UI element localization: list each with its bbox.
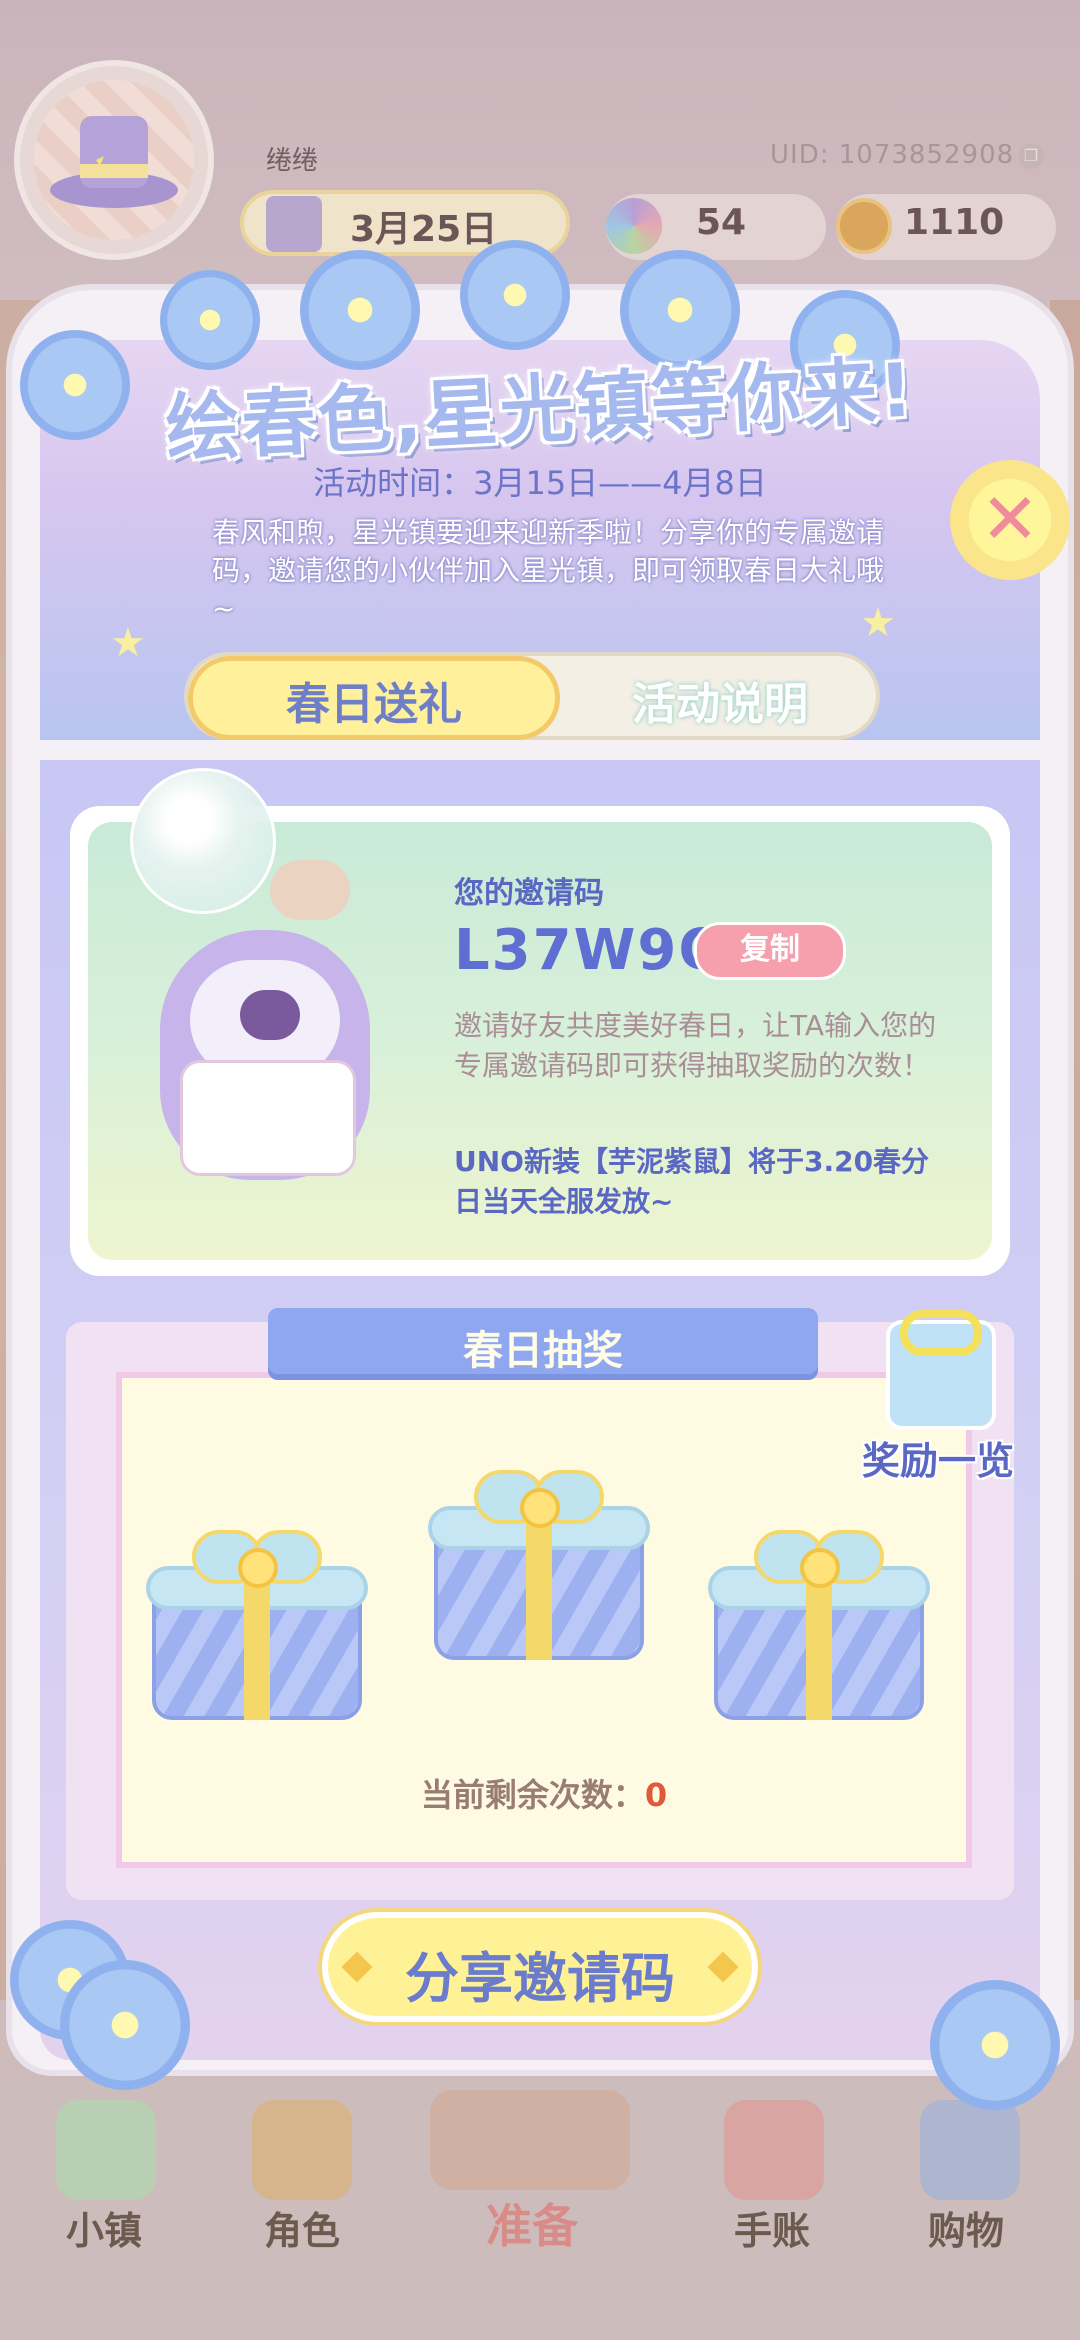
coin-count: 1110 bbox=[904, 202, 1005, 243]
invite-code: L37W9Q bbox=[454, 918, 728, 983]
reward-list-button[interactable]: 奖励一览 bbox=[848, 1430, 1028, 1485]
flower-decoration bbox=[60, 1960, 190, 2090]
uid-copy-icon[interactable]: ❐ bbox=[1018, 143, 1044, 169]
nav-character-label[interactable]: 角色 bbox=[264, 2200, 340, 2255]
character-icon[interactable] bbox=[252, 2100, 352, 2200]
mascot-mouth bbox=[240, 990, 300, 1040]
flower-decoration bbox=[20, 330, 130, 440]
gift-box-icon[interactable] bbox=[428, 1470, 650, 1660]
gift-box-flower bbox=[520, 1488, 560, 1528]
bunny-plush-decoration bbox=[270, 860, 350, 920]
calendar-icon bbox=[266, 196, 322, 252]
flower-decoration bbox=[460, 240, 570, 350]
gift-box-flower bbox=[238, 1548, 278, 1588]
nav-town-label[interactable]: 小镇 bbox=[66, 2200, 142, 2255]
copy-button[interactable]: 复制 bbox=[694, 922, 846, 980]
nav-prepare-label[interactable]: 准备 bbox=[486, 2190, 578, 2256]
prepare-icon[interactable] bbox=[430, 2090, 630, 2190]
remaining-draws-label: 当前剩余次数： bbox=[420, 1776, 645, 1814]
flower-decoration bbox=[930, 1980, 1060, 2110]
player-name: 绻绻 bbox=[266, 146, 319, 176]
gift-box-flower bbox=[800, 1548, 840, 1588]
invite-code-heading: 您的邀请码 bbox=[454, 876, 604, 911]
flower-decoration bbox=[160, 270, 260, 370]
close-icon[interactable]: ✕ bbox=[950, 460, 1070, 580]
nav-journal-label[interactable]: 手账 bbox=[734, 2200, 810, 2255]
avatar-hat-icon[interactable] bbox=[34, 80, 194, 240]
event-description: 春风和煦，星光镇要迎来迎新季啦！分享你的专属邀请码，邀请您的小伙伴加入星光镇，即… bbox=[212, 516, 885, 625]
date-text: 3月25日 bbox=[350, 209, 498, 250]
gift-box-icon[interactable] bbox=[708, 1530, 930, 1720]
journal-icon[interactable] bbox=[724, 2100, 824, 2200]
remaining-draws-count: 0 bbox=[644, 1776, 668, 1814]
gift-box-ribbon bbox=[806, 1570, 832, 1720]
shopping-icon[interactable] bbox=[920, 2100, 1020, 2200]
flower-decoration bbox=[300, 250, 420, 370]
event-time: 活动时间：3月15日——4月8日 bbox=[313, 464, 767, 502]
remaining-draws: 当前剩余次数：0 bbox=[116, 1770, 972, 1816]
town-icon[interactable] bbox=[56, 2100, 156, 2200]
invite-description: 邀请好友共度美好春日，让TA输入您的专属邀请码即可获得抽取奖励的次数！ bbox=[454, 1009, 937, 1082]
mascot-shirt bbox=[180, 1060, 356, 1176]
reward-gift-bow[interactable] bbox=[900, 1310, 982, 1356]
player-uid: UID: 1073852908 bbox=[770, 140, 1015, 170]
gift-box-ribbon bbox=[526, 1510, 552, 1660]
bubble-decoration bbox=[130, 768, 276, 914]
tab-event-rules[interactable]: 活动说明 bbox=[560, 668, 880, 732]
nav-shopping-label[interactable]: 购物 bbox=[928, 2200, 1004, 2255]
tab-spring-gift-label[interactable]: 春日送礼 bbox=[188, 668, 560, 732]
lottery-title: 春日抽奖 bbox=[463, 1328, 623, 1374]
gift-box-ribbon bbox=[244, 1570, 270, 1720]
invite-note: UNO新装【芋泥紫鼠】将于3.20春分日当天全服发放~ bbox=[454, 1145, 930, 1218]
gem-icon bbox=[606, 198, 662, 254]
gift-box-icon[interactable] bbox=[146, 1530, 368, 1720]
share-invite-code-label[interactable]: 分享邀请码 bbox=[322, 1934, 758, 2013]
gem-count: 54 bbox=[696, 202, 747, 243]
coin-icon bbox=[836, 198, 892, 254]
star-decoration: ★ bbox=[110, 620, 146, 666]
